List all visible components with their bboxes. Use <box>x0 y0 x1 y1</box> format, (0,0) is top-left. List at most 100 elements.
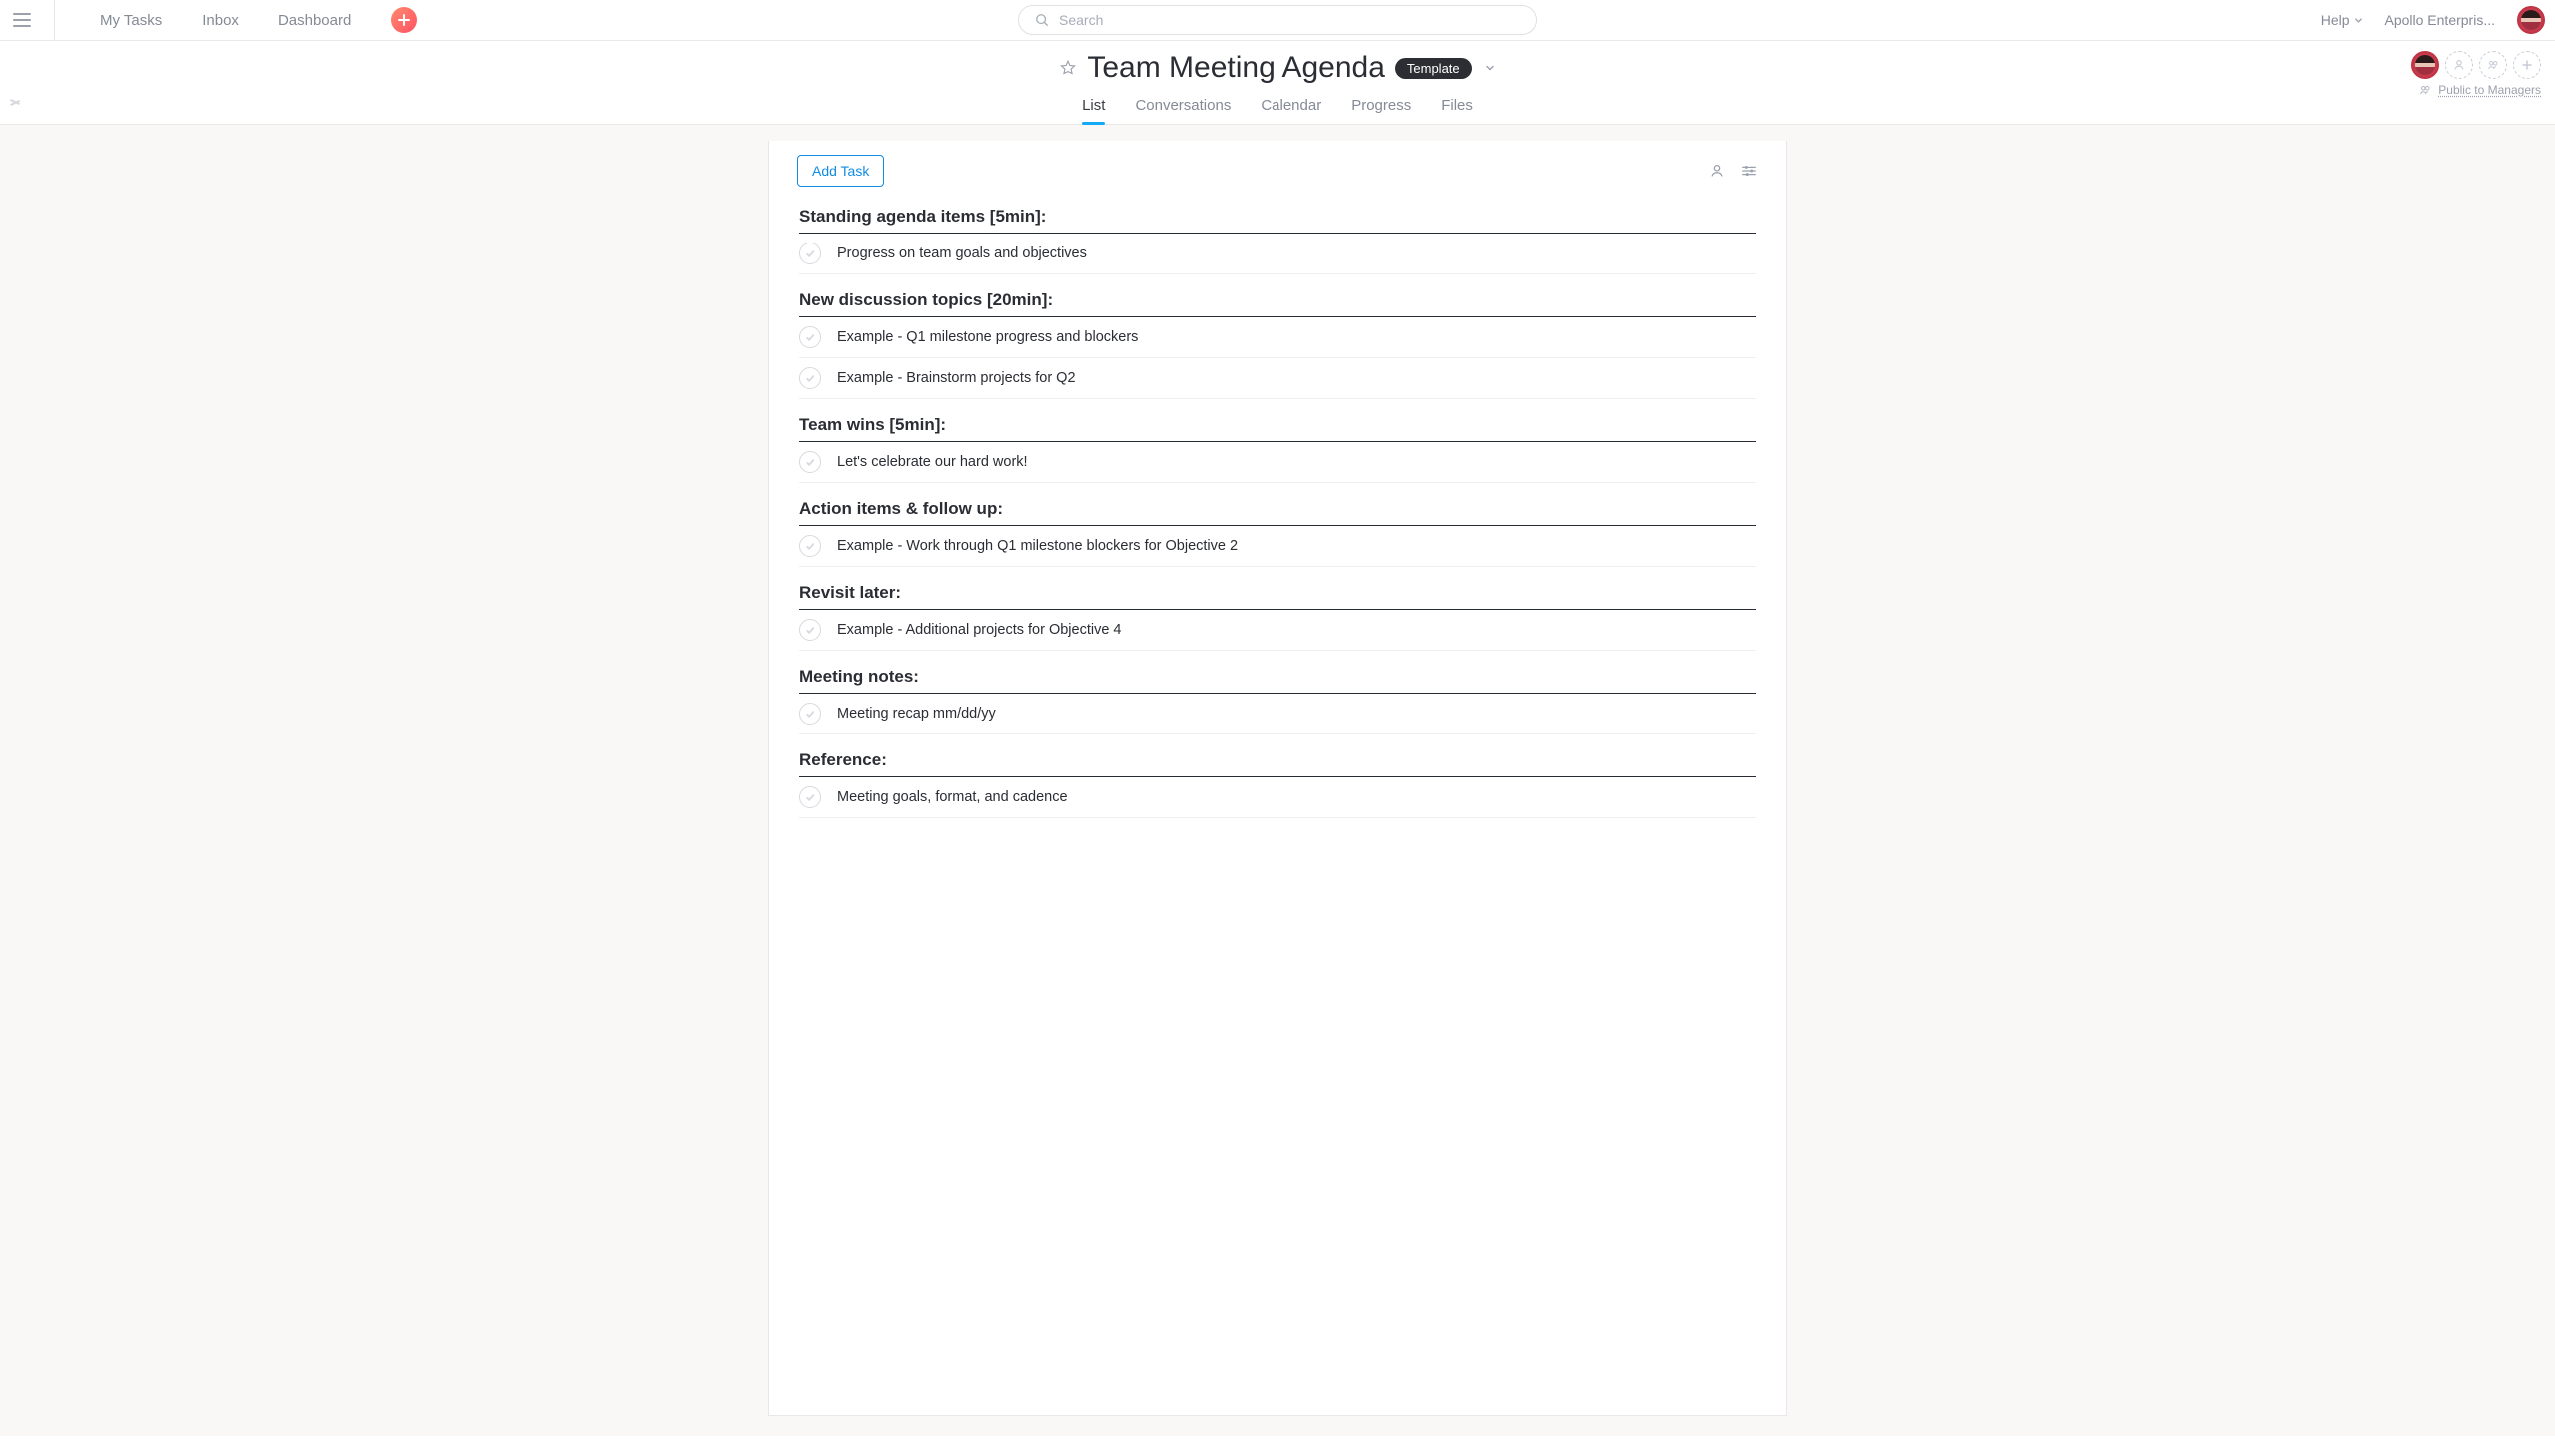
help-label: Help <box>2321 12 2350 28</box>
member-placeholder[interactable] <box>2445 51 2473 79</box>
help-menu[interactable]: Help <box>2321 12 2363 28</box>
chevron-right-icon <box>1744 623 1752 635</box>
nav-my-tasks[interactable]: My Tasks <box>80 12 182 29</box>
user-avatar[interactable] <box>2517 6 2545 34</box>
check-icon <box>805 373 816 384</box>
complete-task-checkbox[interactable] <box>799 619 821 641</box>
search-container <box>1018 5 1537 35</box>
template-badge: Template <box>1395 58 1472 79</box>
task-title: Example - Work through Q1 milestone bloc… <box>837 538 1238 554</box>
task-list-panel: Add Task Standing agenda items [5min]: Pr… <box>768 141 1787 1416</box>
task-title: Example - Q1 milestone progress and bloc… <box>837 329 1138 345</box>
divider <box>54 0 55 41</box>
chevron-right-icon <box>1744 790 1752 802</box>
check-icon <box>805 457 816 468</box>
content-area: Add Task Standing agenda items [5min]: Pr… <box>0 125 2555 1436</box>
add-task-button[interactable]: Add Task <box>797 155 884 187</box>
org-switcher[interactable]: Apollo Enterpris... <box>2385 12 2496 28</box>
check-icon <box>805 792 816 803</box>
complete-task-checkbox[interactable] <box>799 326 821 348</box>
section-header[interactable]: Action items & follow up: <box>799 483 1756 526</box>
project-title-row: Team Meeting Agenda Template <box>0 51 2555 85</box>
section-header[interactable]: Standing agenda items [5min]: <box>799 201 1756 234</box>
plus-icon <box>2521 59 2533 71</box>
complete-task-checkbox[interactable] <box>799 703 821 725</box>
complete-task-checkbox[interactable] <box>799 367 821 389</box>
assignee-filter-icon[interactable] <box>1708 162 1726 180</box>
topbar-right: Help Apollo Enterpris... <box>2321 6 2545 34</box>
task-row[interactable]: Progress on team goals and objectives <box>799 234 1756 274</box>
task-row[interactable]: Example - Additional projects for Object… <box>799 610 1756 651</box>
task-row[interactable]: Example - Work through Q1 milestone bloc… <box>799 526 1756 567</box>
section: Standing agenda items [5min]: Progress on… <box>799 201 1756 274</box>
section: Action items & follow up: Example - Work … <box>799 483 1756 567</box>
check-icon <box>805 248 816 259</box>
quick-add-button[interactable] <box>391 7 417 33</box>
search-icon <box>1035 13 1049 27</box>
task-row[interactable]: Meeting recap mm/dd/yy <box>799 694 1756 734</box>
complete-task-checkbox[interactable] <box>799 535 821 557</box>
task-title: Meeting goals, format, and cadence <box>837 789 1068 805</box>
task-row[interactable]: Meeting goals, format, and cadence <box>799 777 1756 818</box>
project-tabs: List Conversations Calendar Progress Files <box>0 91 2555 125</box>
project-actions-dropdown[interactable] <box>1484 62 1496 74</box>
menu-toggle-button[interactable] <box>10 8 34 32</box>
chevron-down-icon <box>2354 16 2363 25</box>
favorite-star-icon[interactable] <box>1059 59 1077 77</box>
search-bar[interactable] <box>1018 5 1537 35</box>
add-member-button[interactable] <box>2513 51 2541 79</box>
section: Reference: Meeting goals, format, and cad… <box>799 734 1756 818</box>
nav-inbox[interactable]: Inbox <box>182 12 258 29</box>
topbar-left: My Tasks Inbox Dashboard <box>10 0 417 41</box>
person-icon <box>2452 58 2466 72</box>
member-placeholder[interactable] <box>2479 51 2507 79</box>
list-toolbar: Add Task <box>769 141 1786 201</box>
section-header[interactable]: Team wins [5min]: <box>799 399 1756 442</box>
section: New discussion topics [20min]: Example - … <box>799 274 1756 399</box>
task-title: Example - Brainstorm projects for Q2 <box>837 370 1076 386</box>
section-header[interactable]: New discussion topics [20min]: <box>799 274 1756 317</box>
project-privacy[interactable]: Public to Managers <box>2418 83 2541 97</box>
section: Revisit later: Example - Additional proje… <box>799 567 1756 651</box>
task-title: Progress on team goals and objectives <box>837 245 1087 261</box>
toolbar-right <box>1708 162 1758 180</box>
complete-task-checkbox[interactable] <box>799 243 821 264</box>
chevron-right-icon <box>1744 371 1752 383</box>
privacy-label: Public to Managers <box>2438 83 2541 97</box>
task-row[interactable]: Example - Brainstorm projects for Q2 <box>799 358 1756 399</box>
task-title: Let's celebrate our hard work! <box>837 454 1028 470</box>
sidebar-collapse-button[interactable] <box>8 95 22 109</box>
tab-calendar[interactable]: Calendar <box>1261 91 1321 124</box>
task-title: Meeting recap mm/dd/yy <box>837 706 996 722</box>
people-icon <box>2418 83 2432 97</box>
chevron-right-icon <box>1744 707 1752 719</box>
tab-list[interactable]: List <box>1082 91 1105 124</box>
chevron-right-icon <box>1744 455 1752 467</box>
check-icon <box>805 541 816 552</box>
task-title: Example - Additional projects for Object… <box>837 622 1122 638</box>
complete-task-checkbox[interactable] <box>799 786 821 808</box>
tab-progress[interactable]: Progress <box>1351 91 1411 124</box>
topbar: My Tasks Inbox Dashboard Help Apollo Ent… <box>0 0 2555 41</box>
section-header[interactable]: Revisit later: <box>799 567 1756 610</box>
chevron-right-icon <box>1744 330 1752 342</box>
plus-icon <box>398 14 410 26</box>
check-icon <box>805 709 816 720</box>
complete-task-checkbox[interactable] <box>799 451 821 473</box>
chevron-right-icon <box>1744 246 1752 258</box>
project-header: Team Meeting Agenda Template Public to M… <box>0 41 2555 125</box>
member-avatar[interactable] <box>2411 51 2439 79</box>
sections-container: Standing agenda items [5min]: Progress on… <box>769 201 1786 858</box>
nav-dashboard[interactable]: Dashboard <box>258 12 371 29</box>
section-header[interactable]: Meeting notes: <box>799 651 1756 694</box>
check-icon <box>805 332 816 343</box>
tab-conversations[interactable]: Conversations <box>1135 91 1231 124</box>
member-avatars-row <box>2411 51 2541 79</box>
tab-files[interactable]: Files <box>1441 91 1473 124</box>
section-header[interactable]: Reference: <box>799 734 1756 777</box>
search-input[interactable] <box>1059 12 1520 28</box>
project-title: Team Meeting Agenda <box>1087 51 1385 85</box>
task-row[interactable]: Let's celebrate our hard work! <box>799 442 1756 483</box>
filter-settings-icon[interactable] <box>1740 162 1758 180</box>
task-row[interactable]: Example - Q1 milestone progress and bloc… <box>799 317 1756 358</box>
